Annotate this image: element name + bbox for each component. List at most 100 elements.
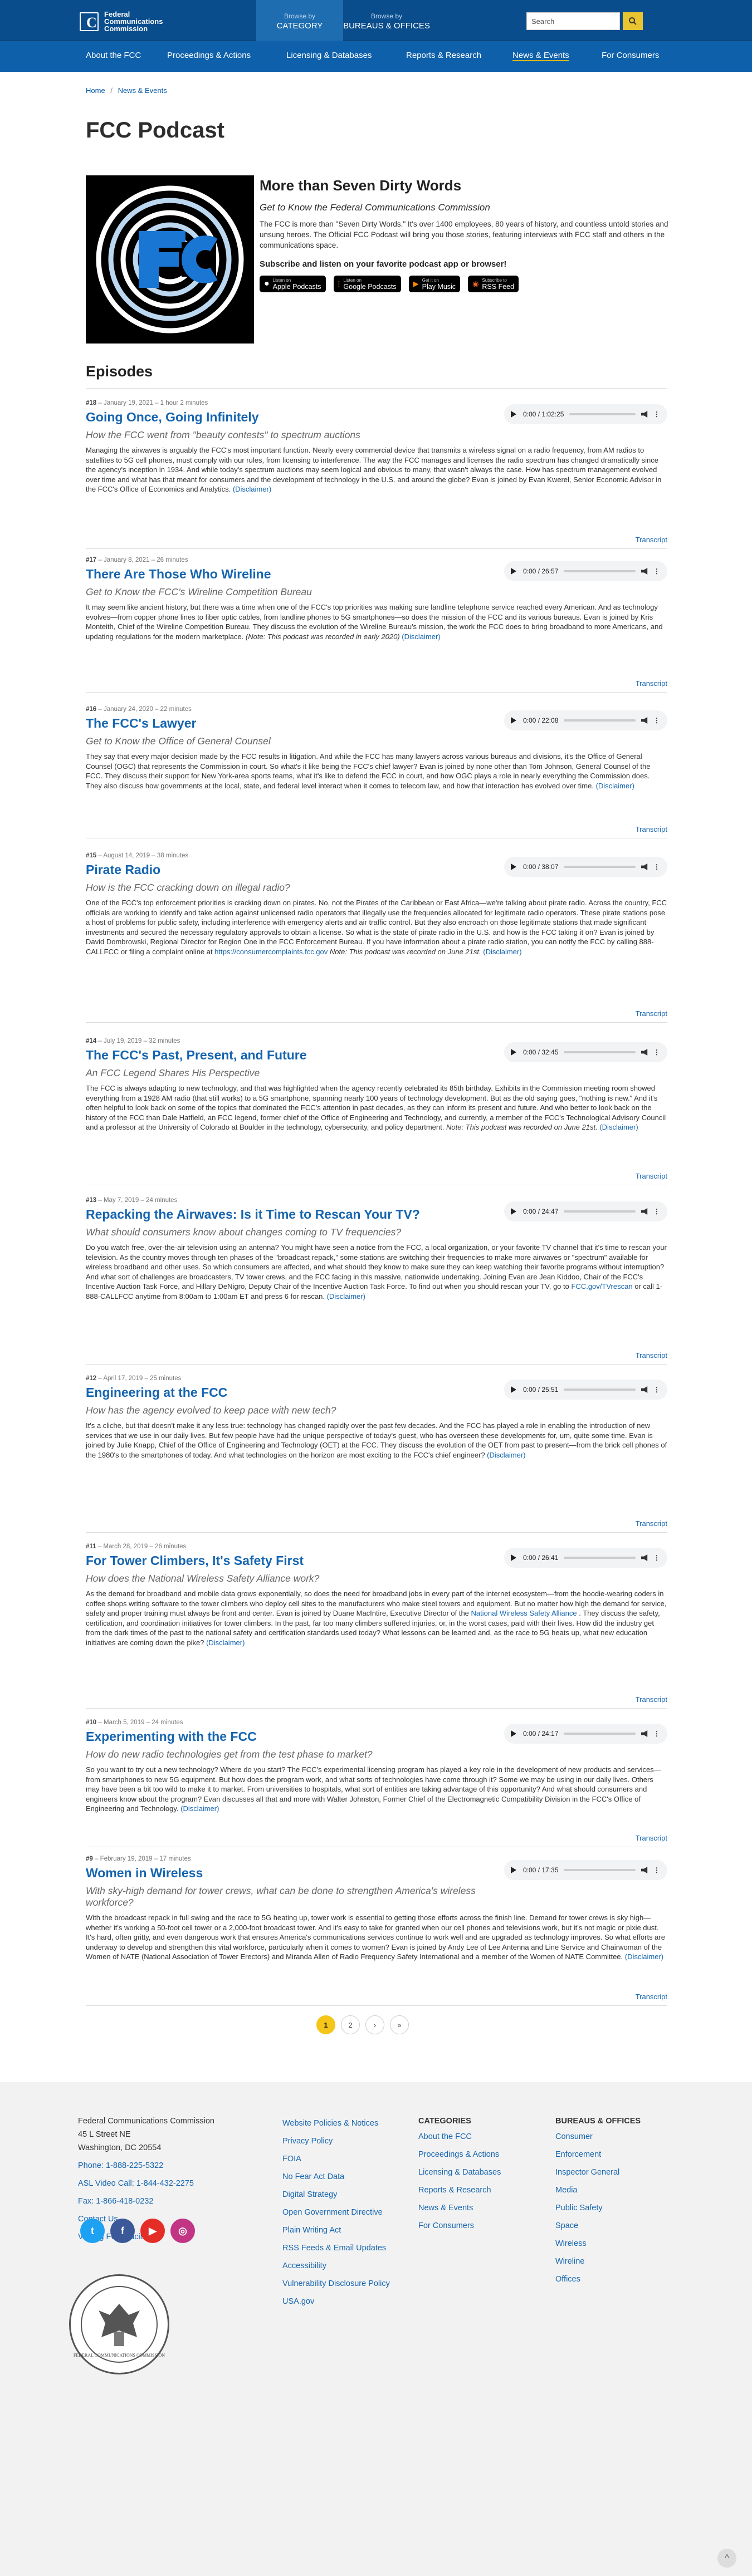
- footer-link[interactable]: FOIA: [282, 2150, 399, 2168]
- audio-progress-bar[interactable]: [564, 1869, 636, 1871]
- phone-link[interactable]: Phone: 1-888-225-5322: [78, 2157, 194, 2175]
- page-2-button[interactable]: 2: [341, 2015, 360, 2034]
- episode-title[interactable]: For Tower Climbers, It's Safety First: [86, 1553, 487, 1568]
- audio-progress-bar[interactable]: [569, 413, 636, 415]
- footer-link[interactable]: Open Government Directive: [282, 2204, 399, 2221]
- search-button[interactable]: [623, 12, 643, 30]
- footer-bureau-link[interactable]: Offices: [555, 2270, 641, 2288]
- volume-icon[interactable]: [641, 568, 648, 575]
- search-input[interactable]: Search: [526, 12, 620, 30]
- episode-title[interactable]: The FCC's Lawyer: [86, 716, 487, 731]
- browse-category-button[interactable]: Browse by CATEGORY: [256, 0, 343, 41]
- facebook-icon[interactable]: f: [110, 2219, 135, 2243]
- footer-category-link[interactable]: For Consumers: [418, 2217, 501, 2235]
- footer-bureau-link[interactable]: Space: [555, 2217, 641, 2235]
- play-icon[interactable]: [511, 411, 516, 418]
- audio-player[interactable]: 0:00 / 38:07 ⋮: [504, 857, 667, 877]
- disclaimer-link[interactable]: (Disclaimer): [402, 632, 440, 641]
- more-options-icon[interactable]: ⋮: [653, 1386, 661, 1394]
- transcript-link[interactable]: Transcript: [636, 1519, 667, 1528]
- audio-player[interactable]: 0:00 / 1:02:25 ⋮: [504, 404, 667, 424]
- transcript-link[interactable]: Transcript: [636, 536, 667, 544]
- transcript-link[interactable]: Transcript: [636, 1695, 667, 1704]
- footer-category-link[interactable]: About the FCC: [418, 2128, 501, 2146]
- volume-icon[interactable]: [641, 863, 648, 870]
- footer-link[interactable]: Website Policies & Notices: [282, 2114, 399, 2132]
- breadcrumb-current[interactable]: News & Events: [118, 86, 167, 95]
- play-music-badge[interactable]: ▶ Get it on Play Music: [408, 276, 461, 292]
- disclaimer-link[interactable]: (Disclaimer): [483, 948, 521, 956]
- more-options-icon[interactable]: ⋮: [653, 1866, 661, 1874]
- episode-link[interactable]: FCC.gov/TVrescan: [572, 1282, 633, 1291]
- fcc-logo[interactable]: C Federal Communications Commission: [80, 11, 163, 32]
- footer-link[interactable]: No Fear Act Data: [282, 2168, 399, 2186]
- audio-progress-bar[interactable]: [564, 1733, 636, 1735]
- breadcrumb-home[interactable]: Home: [86, 86, 105, 95]
- volume-icon[interactable]: [641, 1554, 648, 1561]
- volume-icon[interactable]: [641, 1867, 648, 1873]
- footer-link[interactable]: Digital Strategy: [282, 2186, 399, 2204]
- more-options-icon[interactable]: ⋮: [653, 1554, 661, 1562]
- audio-progress-bar[interactable]: [564, 1210, 636, 1213]
- more-options-icon[interactable]: ⋮: [653, 1048, 661, 1056]
- audio-player[interactable]: 0:00 / 26:41 ⋮: [504, 1548, 667, 1568]
- footer-bureau-link[interactable]: Public Safety: [555, 2199, 641, 2217]
- audio-progress-bar[interactable]: [564, 719, 636, 722]
- footer-category-link[interactable]: News & Events: [418, 2199, 501, 2217]
- episode-title[interactable]: Engineering at the FCC: [86, 1385, 487, 1400]
- episode-title[interactable]: Going Once, Going Infinitely: [86, 410, 487, 425]
- footer-bureau-link[interactable]: Inspector General: [555, 2163, 641, 2181]
- nav-news-events[interactable]: News & Events: [512, 51, 569, 60]
- play-icon[interactable]: [511, 717, 516, 724]
- nav-about[interactable]: About the FCC: [86, 51, 141, 60]
- volume-icon[interactable]: [641, 1208, 648, 1215]
- page-1-button[interactable]: 1: [316, 2015, 335, 2034]
- twitter-icon[interactable]: t: [80, 2219, 105, 2243]
- nav-licensing[interactable]: Licensing & Databases: [286, 51, 372, 60]
- instagram-icon[interactable]: ◎: [170, 2219, 195, 2243]
- episode-title[interactable]: There Are Those Who Wireline: [86, 567, 487, 582]
- youtube-icon[interactable]: ▶: [140, 2219, 165, 2243]
- play-icon[interactable]: [511, 1049, 516, 1056]
- footer-link[interactable]: RSS Feeds & Email Updates: [282, 2239, 399, 2257]
- footer-link[interactable]: Privacy Policy: [282, 2132, 399, 2150]
- footer-bureau-link[interactable]: Media: [555, 2181, 641, 2199]
- rss-feed-badge[interactable]: ◉ Subscribe to RSS Feed: [468, 276, 519, 292]
- disclaimer-link[interactable]: (Disclaimer): [596, 782, 634, 790]
- disclaimer-link[interactable]: (Disclaimer): [599, 1123, 638, 1131]
- play-icon[interactable]: [511, 1730, 516, 1737]
- more-options-icon[interactable]: ⋮: [653, 410, 661, 418]
- transcript-link[interactable]: Transcript: [636, 1009, 667, 1018]
- more-options-icon[interactable]: ⋮: [653, 567, 661, 575]
- transcript-link[interactable]: Transcript: [636, 1834, 667, 1842]
- footer-bureau-link[interactable]: Consumer: [555, 2128, 641, 2146]
- play-icon[interactable]: [511, 1208, 516, 1215]
- next-page-button[interactable]: ›: [365, 2015, 384, 2034]
- transcript-link[interactable]: Transcript: [636, 825, 667, 833]
- volume-icon[interactable]: [641, 411, 648, 418]
- audio-player[interactable]: 0:00 / 26:57 ⋮: [504, 561, 667, 581]
- disclaimer-link[interactable]: (Disclaimer): [625, 1952, 663, 1961]
- footer-link[interactable]: Plain Writing Act: [282, 2221, 399, 2239]
- transcript-link[interactable]: Transcript: [636, 1172, 667, 1180]
- footer-bureau-link[interactable]: Wireline: [555, 2253, 641, 2270]
- browse-bureaus-button[interactable]: Browse by BUREAUS & OFFICES: [343, 0, 430, 41]
- volume-icon[interactable]: [641, 1730, 648, 1737]
- play-icon[interactable]: [511, 1867, 516, 1873]
- footer-link[interactable]: Vulnerability Disclosure Policy: [282, 2275, 399, 2293]
- more-options-icon[interactable]: ⋮: [653, 1208, 661, 1215]
- volume-icon[interactable]: [641, 717, 648, 724]
- back-to-top-button[interactable]: ^: [717, 2549, 736, 2568]
- volume-icon[interactable]: [641, 1386, 648, 1393]
- audio-progress-bar[interactable]: [564, 866, 636, 868]
- more-options-icon[interactable]: ⋮: [653, 717, 661, 724]
- play-icon[interactable]: [511, 863, 516, 870]
- play-icon[interactable]: [511, 1554, 516, 1561]
- episode-title[interactable]: Repacking the Airwaves: Is it Time to Re…: [86, 1207, 487, 1222]
- google-podcasts-badge[interactable]: ⁞ Listen on Google Podcasts: [333, 276, 401, 292]
- footer-category-link[interactable]: Proceedings & Actions: [418, 2146, 501, 2163]
- audio-progress-bar[interactable]: [564, 570, 636, 572]
- transcript-link[interactable]: Transcript: [636, 1993, 667, 2001]
- episode-title[interactable]: Experimenting with the FCC: [86, 1729, 487, 1744]
- apple-podcasts-badge[interactable]: ● Listen on Apple Podcasts: [260, 276, 326, 292]
